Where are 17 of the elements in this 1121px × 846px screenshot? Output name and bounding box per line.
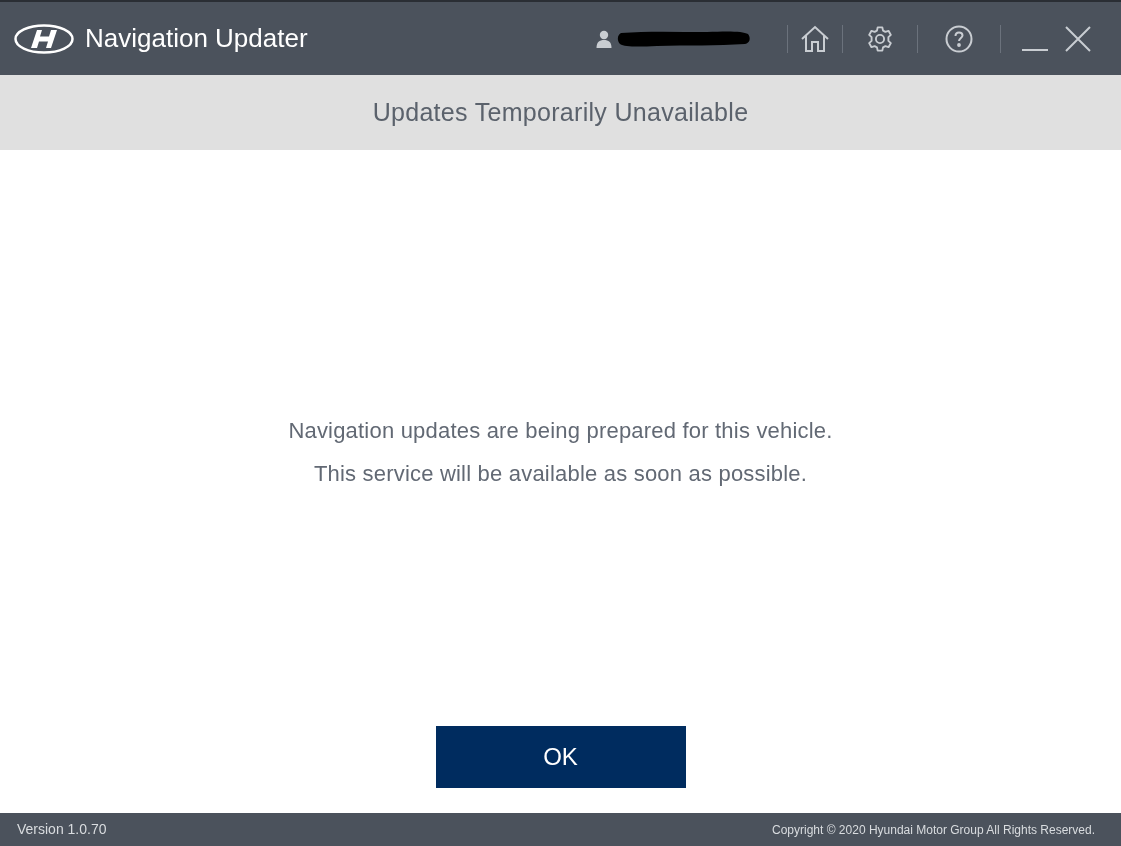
message-text: Navigation updates are being prepared for this vehicle. <box>288 417 833 445</box>
home-icon <box>800 24 830 53</box>
ok-button[interactable]: OK <box>435 726 686 788</box>
user-icon <box>596 29 612 48</box>
close-button[interactable] <box>1063 23 1093 54</box>
banner-title: Updates Temporarily Unavailable <box>372 96 749 128</box>
copyright-text: Copyright © 2020 Hyundai Motor Group All Rights Reserved. <box>772 821 1095 839</box>
settings-icon <box>866 24 894 53</box>
message-text: This service will be available as soon as possible. <box>313 460 808 488</box>
version-text: Version 1.0.70 <box>17 820 107 839</box>
close-icon <box>1065 25 1091 52</box>
logo-icon <box>14 23 74 54</box>
help-button[interactable] <box>944 23 974 54</box>
app-title: Navigation Updater <box>85 22 308 55</box>
settings-button[interactable] <box>865 23 895 54</box>
help-icon <box>945 24 973 53</box>
minimize-icon <box>1022 48 1048 51</box>
